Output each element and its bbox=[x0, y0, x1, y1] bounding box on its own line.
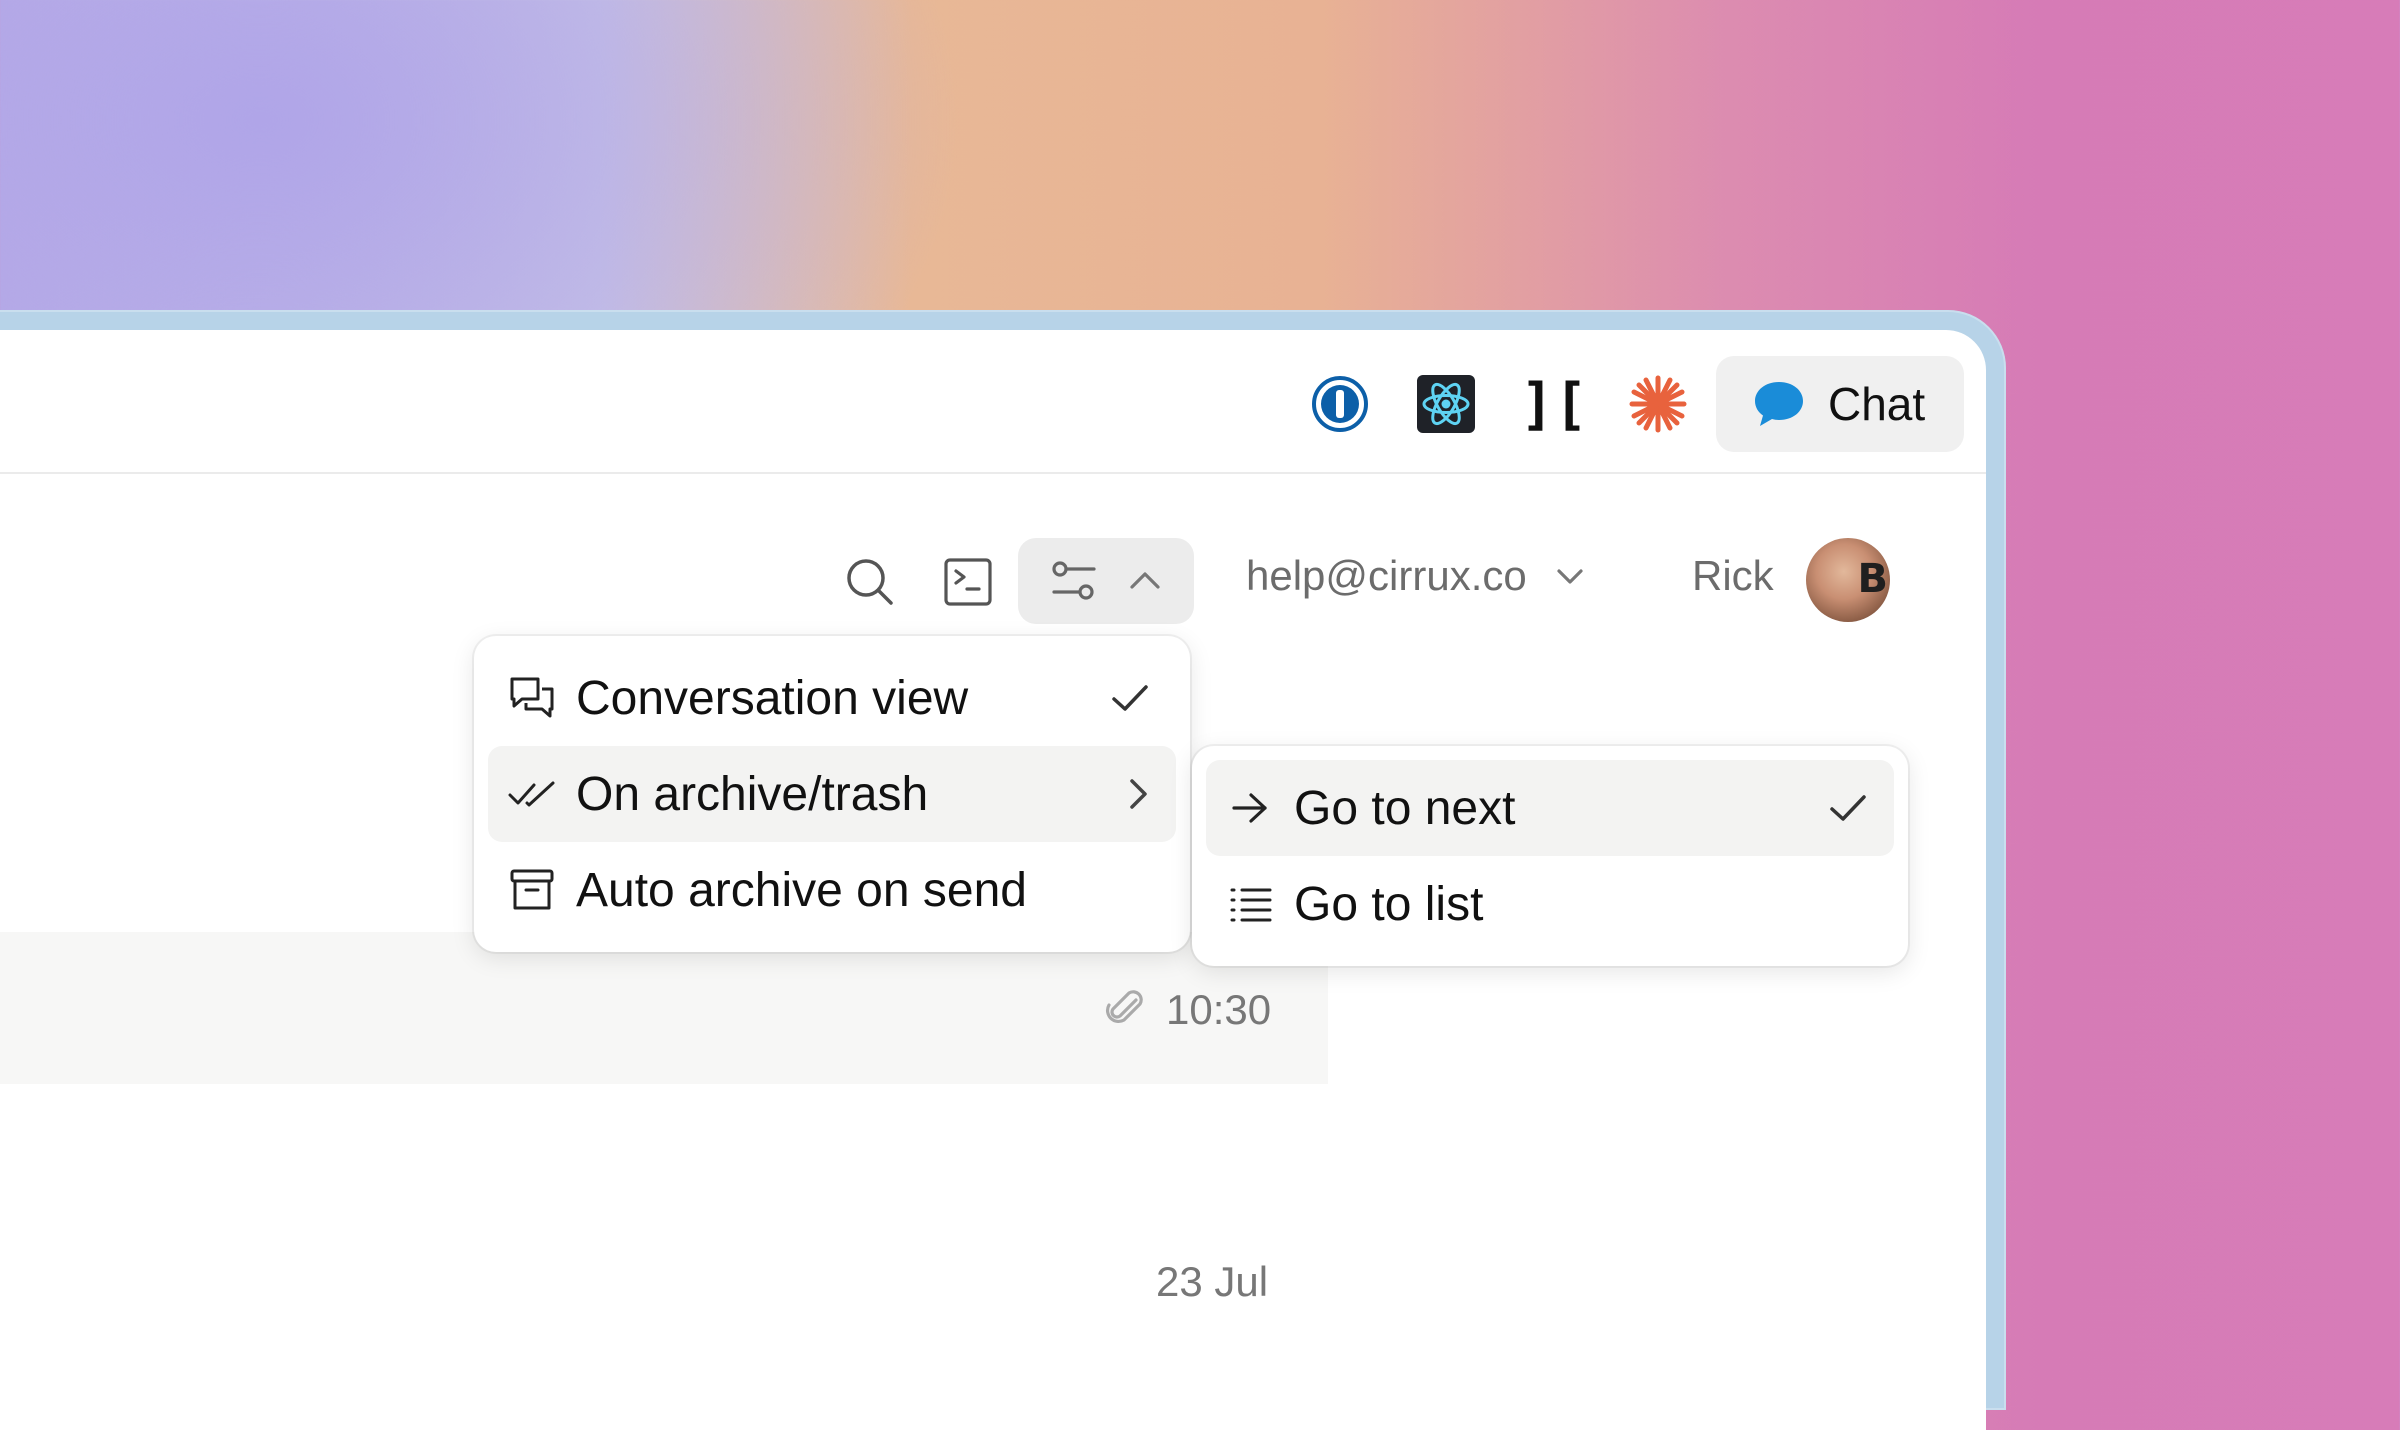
arrow-right-icon bbox=[1220, 790, 1280, 826]
sparkle-icon[interactable] bbox=[1626, 372, 1690, 436]
menu-item-on-archive-trash[interactable]: On archive/trash bbox=[488, 746, 1176, 842]
paperclip-icon bbox=[1104, 986, 1148, 1035]
list-item-time: 10:30 bbox=[1166, 986, 1272, 1033]
sliders-icon bbox=[1052, 561, 1096, 600]
search-icon[interactable] bbox=[840, 552, 900, 612]
react-icon[interactable] bbox=[1414, 372, 1478, 436]
avatar-letter: B bbox=[1857, 556, 1889, 602]
date-divider: 23 Jul bbox=[1156, 1258, 1269, 1305]
account-switcher[interactable]: help@cirrux.co bbox=[1246, 552, 1585, 600]
archive-box-icon bbox=[502, 868, 562, 912]
command-icon[interactable] bbox=[938, 552, 998, 612]
archive-action-submenu: Go to next Go to list bbox=[1192, 746, 1908, 966]
checkmark-icon bbox=[1828, 760, 1868, 856]
submenu-item-go-to-list[interactable]: Go to list bbox=[1206, 856, 1894, 952]
chat-label: Chat bbox=[1828, 378, 1926, 430]
bracket-heart-icon[interactable]: ][ bbox=[1520, 372, 1587, 437]
avatar[interactable]: B bbox=[1806, 538, 1890, 622]
chevron-up-icon bbox=[1130, 572, 1160, 589]
onepassword-icon[interactable] bbox=[1308, 372, 1372, 436]
chat-bubble-icon bbox=[1755, 382, 1803, 426]
list-icon bbox=[1220, 884, 1280, 924]
chat-button[interactable]: Chat bbox=[1716, 356, 1964, 452]
chevron-down-icon bbox=[1557, 569, 1583, 584]
view-settings-menu: Conversation view On archive/trash Auto … bbox=[474, 636, 1190, 952]
conversation-icon bbox=[502, 675, 562, 721]
view-settings-button[interactable] bbox=[1018, 538, 1194, 624]
user-name: Rick bbox=[1692, 552, 1774, 599]
account-email: help@cirrux.co bbox=[1246, 552, 1527, 599]
browser-toolbar: ][ Chat bbox=[0, 330, 1986, 474]
chevron-right-icon bbox=[1126, 746, 1150, 842]
checkmark-icon bbox=[1110, 650, 1150, 746]
double-check-icon bbox=[502, 778, 562, 810]
submenu-item-go-to-next[interactable]: Go to next bbox=[1206, 760, 1894, 856]
menu-item-auto-archive-on-send[interactable]: Auto archive on send bbox=[488, 842, 1176, 938]
menu-item-conversation-view[interactable]: Conversation view bbox=[488, 650, 1176, 746]
